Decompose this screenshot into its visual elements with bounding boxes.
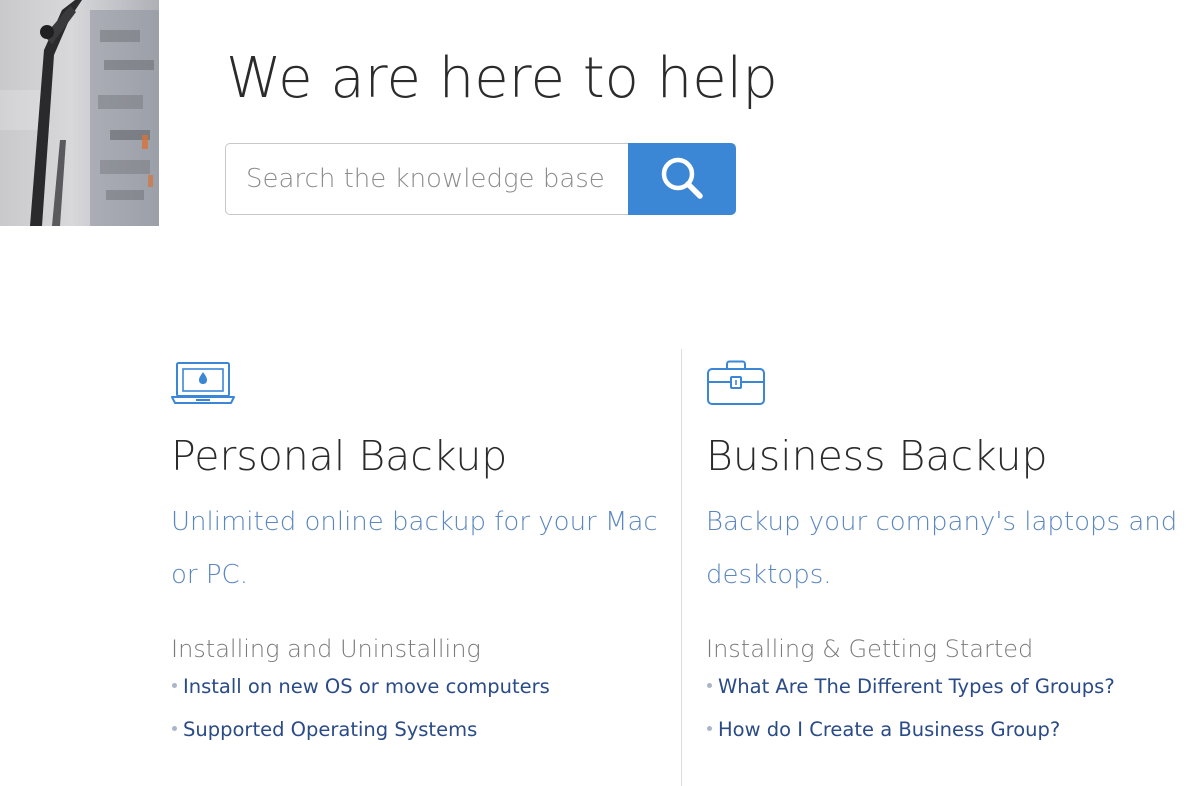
link-types-of-groups[interactable]: What Are The Different Types of Groups?	[718, 675, 1115, 698]
list-item: Install on new OS or move computers	[171, 672, 661, 715]
search-bar	[225, 143, 736, 215]
column-divider	[681, 349, 682, 786]
business-section-heading: Installing & Getting Started	[706, 635, 1034, 663]
personal-backup-section: Personal Backup Unlimited online backup …	[171, 360, 661, 758]
search-button[interactable]	[628, 143, 736, 215]
list-item: How do I Create a Business Group?	[706, 715, 1186, 758]
link-supported-os[interactable]: Supported Operating Systems	[183, 718, 477, 741]
search-icon	[659, 155, 705, 204]
briefcase-icon	[706, 360, 1186, 410]
bullet-icon	[707, 683, 712, 688]
hero-photo	[0, 0, 159, 226]
bullet-icon	[172, 683, 177, 688]
personal-links-list: Install on new OS or move computers Supp…	[171, 672, 661, 758]
search-input[interactable]	[225, 143, 628, 215]
business-backup-title: Business Backup	[706, 432, 1048, 480]
list-item: What Are The Different Types of Groups?	[706, 672, 1186, 715]
business-backup-tagline: Backup your company's laptops and deskto…	[706, 507, 1178, 590]
bullet-icon	[707, 726, 712, 731]
business-backup-section: Business Backup Backup your company's la…	[706, 360, 1186, 758]
list-item: Supported Operating Systems	[171, 715, 661, 758]
link-create-business-group[interactable]: How do I Create a Business Group?	[718, 718, 1060, 741]
personal-backup-tagline: Unlimited online backup for your Mac or …	[171, 507, 658, 590]
personal-backup-title: Personal Backup	[171, 432, 508, 480]
page-title: We are here to help	[226, 46, 778, 111]
business-links-list: What Are The Different Types of Groups? …	[706, 672, 1186, 758]
personal-section-heading: Installing and Uninstalling	[171, 635, 481, 663]
link-install-new-os[interactable]: Install on new OS or move computers	[183, 675, 550, 698]
laptop-icon	[171, 360, 661, 410]
bullet-icon	[172, 726, 177, 731]
